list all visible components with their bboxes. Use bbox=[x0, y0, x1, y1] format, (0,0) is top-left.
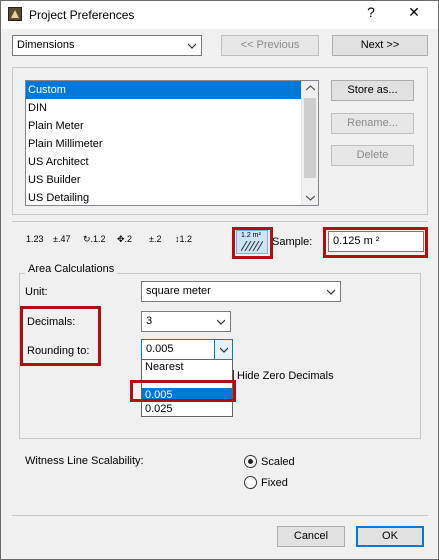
preset-item[interactable]: US Architect bbox=[26, 153, 318, 171]
highlight-rounding-option bbox=[130, 380, 236, 402]
decimals-select[interactable]: 3 bbox=[141, 311, 231, 332]
fixed-label: Fixed bbox=[261, 477, 288, 489]
window-title: Project Preferences bbox=[29, 8, 135, 22]
presets-scrollbar[interactable] bbox=[301, 81, 318, 205]
cancel-button[interactable]: Cancel bbox=[277, 526, 345, 547]
project-preferences-dialog: Project Preferences ? ✕ Dimensions << Pr… bbox=[0, 0, 439, 560]
linear-dimension-icon[interactable]: 1.23 bbox=[26, 234, 44, 244]
category-select[interactable]: Dimensions bbox=[12, 35, 202, 56]
app-icon bbox=[8, 7, 22, 21]
preset-item[interactable]: Plain Millimeter bbox=[26, 135, 318, 153]
delete-button[interactable]: Delete bbox=[331, 145, 414, 166]
angle-dimension-icon[interactable]: ±.47 bbox=[53, 234, 70, 244]
door-window-dimension-icon[interactable]: ↕1.2 bbox=[175, 234, 192, 244]
title-bar: Project Preferences ? ✕ bbox=[1, 1, 438, 29]
fixed-radio[interactable] bbox=[244, 476, 257, 489]
radial-dimension-icon[interactable]: ↻.1.2 bbox=[83, 234, 106, 245]
next-button[interactable]: Next >> bbox=[332, 35, 428, 56]
help-button[interactable]: ? bbox=[356, 4, 386, 20]
preset-item[interactable]: Plain Meter bbox=[26, 117, 318, 135]
close-button[interactable]: ✕ bbox=[399, 4, 429, 21]
store-as-button[interactable]: Store as... bbox=[331, 80, 414, 101]
footer-separator bbox=[12, 515, 428, 516]
unit-select-value: square meter bbox=[146, 285, 211, 297]
sample-label: Sample: bbox=[272, 236, 313, 248]
level-dimension-icon[interactable]: ✥.2 bbox=[117, 234, 132, 245]
preset-item[interactable]: US Builder bbox=[26, 171, 318, 189]
rounding-select[interactable]: 0.005 bbox=[141, 339, 233, 360]
separator bbox=[12, 221, 428, 222]
highlight-decimals-rounding bbox=[20, 306, 101, 366]
chevron-down-icon bbox=[188, 43, 196, 49]
preset-item[interactable]: US Detailing bbox=[26, 189, 318, 205]
unit-select[interactable]: square meter bbox=[141, 281, 341, 302]
chevron-down-icon bbox=[217, 319, 225, 325]
scrollbar-thumb[interactable] bbox=[304, 98, 316, 178]
ok-button[interactable]: OK bbox=[356, 526, 424, 547]
chevron-down-icon bbox=[327, 289, 335, 295]
witness-label: Witness Line Scalability: bbox=[25, 455, 144, 467]
previous-button[interactable]: << Previous bbox=[221, 35, 319, 56]
rounding-dropdown-button[interactable] bbox=[214, 340, 232, 359]
preset-item[interactable]: DIN bbox=[26, 99, 318, 117]
chevron-down-icon bbox=[220, 347, 228, 353]
scroll-up-icon[interactable] bbox=[306, 85, 315, 91]
decimals-select-value: 3 bbox=[146, 315, 153, 327]
scroll-down-icon[interactable] bbox=[306, 195, 315, 201]
unit-label: Unit: bbox=[25, 286, 48, 298]
hide-zero-label: Hide Zero Decimals bbox=[237, 370, 334, 382]
highlight-sample bbox=[323, 227, 428, 258]
highlight-area-tool bbox=[232, 227, 273, 259]
rename-button[interactable]: Rename... bbox=[331, 113, 414, 134]
area-group-title: Area Calculations bbox=[25, 263, 118, 275]
rounding-select-value: 0.005 bbox=[146, 343, 174, 355]
category-select-value: Dimensions bbox=[17, 39, 75, 51]
elevation-dimension-icon[interactable]: ±.2 bbox=[149, 234, 161, 244]
scaled-radio[interactable] bbox=[244, 455, 257, 468]
preset-item[interactable]: Custom bbox=[26, 81, 318, 99]
presets-list[interactable]: Custom DIN Plain Meter Plain Millimeter US A… bbox=[25, 80, 319, 206]
rounding-option[interactable]: 0.025 bbox=[142, 402, 232, 416]
scaled-label: Scaled bbox=[261, 456, 295, 468]
rounding-option[interactable]: Nearest bbox=[142, 360, 232, 374]
